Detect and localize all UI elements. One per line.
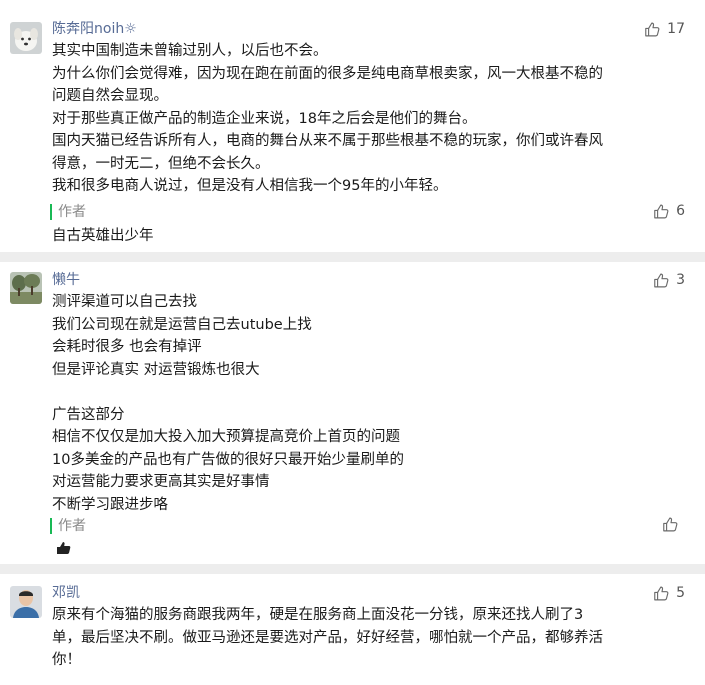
comment-line: 单，最后坚决不刷。做亚马逊还是要选对产品，好好经营，哪怕就一个产品，都够养活 (52, 629, 603, 646)
comment-line: 问题自然会显现。 (52, 88, 168, 104)
like-button[interactable]: 3 (653, 271, 685, 289)
comment-line: 广告这部分 (52, 406, 125, 423)
comment-line: 对于那些真正做产品的制造企业来说，18年之后会是他们的舞台。 (52, 110, 477, 127)
author-reply: 作者 6 自古英雄出少年 (50, 202, 685, 248)
comment-separator (0, 564, 705, 574)
reply-author-label: 作者 (58, 518, 86, 534)
reply-indicator-bar (50, 204, 52, 220)
comment-line: 为什么你们会觉得难，因为现在跑在前面的很多是纯电商草根卖家，风一大根基不稳的 (52, 65, 603, 82)
reply-indicator-bar (50, 518, 52, 534)
comment-line: 得意，一时无二，但绝不会长久。 (52, 155, 270, 172)
comment-item: 邓凯 5 原来有个海猫的服务商跟我两年，硬是在服务商上面没花一分钱，原来还找人刷… (0, 574, 705, 685)
comment-line: 我们公司现在就是运营自己去utube上找 (52, 316, 312, 333)
comment-text: 测评渠道可以自己去找 我们公司现在就是运营自己去utube上找 会耗时很多 也会… (52, 291, 687, 516)
author-reply: 作者 (50, 516, 685, 560)
like-count: 3 (676, 272, 685, 288)
avatar[interactable] (10, 272, 42, 304)
comment-line: 会耗时很多 也会有掉评 (52, 339, 202, 355)
avatar[interactable] (10, 22, 42, 54)
thumbs-up-icon (645, 22, 660, 36)
comment-text: 原来有个海猫的服务商跟我两年，硬是在服务商上面没花一分钱，原来还找人刷了3 单，… (52, 604, 687, 672)
like-count: 5 (676, 585, 685, 601)
nickname[interactable]: 邓凯 (52, 584, 80, 602)
thumbs-up-icon (654, 586, 669, 600)
reply-like-button[interactable]: 6 (653, 202, 685, 220)
comment-line: 10多美金的产品也有广告做的很好只最开始少量刷单的 (52, 451, 404, 468)
thumbs-up-emoji-icon (56, 540, 72, 559)
comment-line: 原来有个海猫的服务商跟我两年，硬是在服务商上面没花一分钱，原来还找人刷了3 (52, 607, 584, 623)
comment-item: 陈奔阳noih☼ 17 其实中国制造未曾输过别人，以后也不会。 为什么你们会觉得… (0, 0, 705, 252)
like-button[interactable]: 5 (653, 584, 685, 602)
comment-line: 我和很多电商人说过，但是没有人相信我一个95年的小年轻。 (52, 178, 448, 194)
comment-line: 其实中国制造未曾输过别人，以后也不会。 (52, 43, 328, 59)
comment-line: 国内天猫已经告诉所有人，电商的舞台从来不属于那些根基不稳的玩家，你们或许春风 (52, 133, 603, 149)
reply-like-button[interactable] (662, 516, 685, 533)
reply-like-count: 6 (676, 203, 685, 219)
avatar[interactable] (10, 586, 42, 618)
person-avatar-icon (10, 586, 42, 618)
comment-item: 懒牛 3 测评渠道可以自己去找 我们公司现在就是运营自己去utube上找 会耗时… (0, 262, 705, 564)
reply-text: 自古英雄出少年 (52, 228, 154, 244)
nickname[interactable]: 陈奔阳noih☼ (52, 20, 137, 38)
comment-line-blank (52, 381, 687, 404)
comment-line: 你！ (52, 652, 81, 668)
comment-line: 相信不仅仅是加大投入加大预算提高竞价上首页的问题 (52, 429, 400, 445)
like-button[interactable]: 17 (644, 20, 685, 38)
thumbs-up-icon (654, 204, 669, 218)
comment-line: 但是评论真实 对运营锻炼也很大 (52, 361, 260, 378)
comment-line: 不断学习跟进步咯 (52, 496, 168, 513)
like-count: 17 (667, 21, 685, 37)
comment-separator (0, 252, 705, 262)
comment-line: 对运营能力要求更高其实是好事情 (52, 474, 270, 490)
nickname[interactable]: 懒牛 (52, 271, 80, 289)
white-dog-avatar-icon (10, 22, 42, 54)
comment-text: 其实中国制造未曾输过别人，以后也不会。 为什么你们会觉得难，因为现在跑在前面的很… (52, 40, 687, 198)
tree-landscape-avatar-icon (10, 272, 42, 304)
thumbs-up-icon (663, 517, 678, 532)
reply-author-label: 作者 (58, 204, 86, 220)
thumbs-up-icon (654, 273, 669, 287)
comment-line: 测评渠道可以自己去找 (52, 294, 197, 310)
